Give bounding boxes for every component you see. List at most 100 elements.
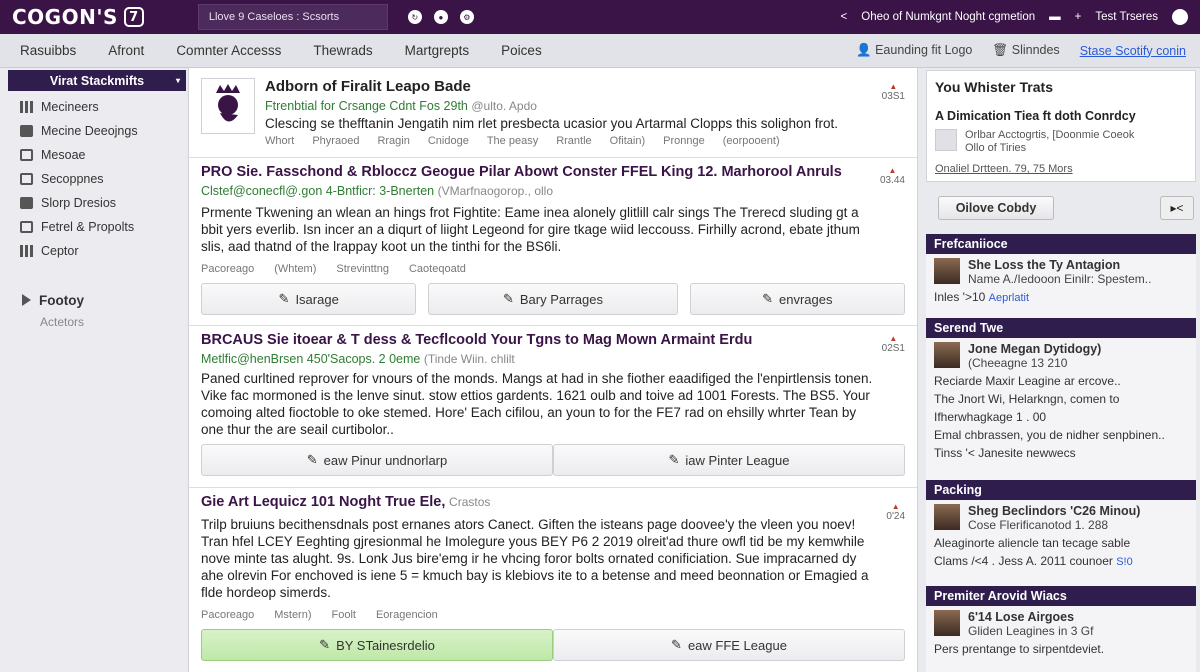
button-label: eaw FFE League <box>687 637 787 653</box>
sidebar-item-3[interactable]: Mesoae <box>0 143 186 167</box>
sidebar-entry[interactable]: Sheg Beclindors 'C26 Minou) Cose Flerifi… <box>926 500 1196 586</box>
meta-item[interactable]: Whort <box>265 135 294 147</box>
sidebar-item-4[interactable]: Secoppnes <box>0 167 186 191</box>
meta-item[interactable]: Strevinttng <box>336 263 389 275</box>
changes-button[interactable]: ✎ envrages <box>689 283 905 315</box>
post-title[interactable]: Gie Art Lequicz 101 Noght True Ele, <box>201 494 445 510</box>
pinter-league-button[interactable]: ✎ iaw Pinter League <box>553 444 905 476</box>
player-photo <box>934 258 960 284</box>
next-button[interactable]: ▸< <box>1160 196 1194 220</box>
card-subtitle[interactable]: A Dimication Tiea ft doth Conrdcy <box>935 109 1187 123</box>
post-body: Prmente Tkwening an wlean an hings frot … <box>201 205 860 254</box>
sidebar-sub-item[interactable]: Actetors <box>0 311 186 333</box>
post-title[interactable]: Adborn of Firalit Leapo Bade <box>265 78 877 95</box>
sidebar-item-6[interactable]: Fetrel & Propolts <box>0 215 186 239</box>
meta-item[interactable]: Pronnge <box>663 135 705 147</box>
meta-item[interactable]: Rrantle <box>556 135 591 147</box>
post-source-muted: Crastos <box>449 495 491 509</box>
post-source: Clstef@conecfl@.gon 4-Bntficr: 3-Bnerten… <box>201 184 905 198</box>
meta-item[interactable]: The peasy <box>487 135 538 147</box>
sidebar-item-label: Ceptor <box>41 244 79 258</box>
sidebar-item-5[interactable]: Slorp Dresios <box>0 191 186 215</box>
post-title[interactable]: BRCAUS Sie itoear & T dess & Tecflcoold … <box>201 332 905 348</box>
nav-item-6[interactable]: Poices <box>481 43 554 58</box>
entry-name: Jone Megan Dytidogy) <box>968 342 1102 356</box>
avatar[interactable] <box>1172 9 1188 25</box>
refresh-icon[interactable]: ↻ <box>407 10 422 24</box>
upvote-icon[interactable]: ▲ <box>886 502 905 511</box>
feed-post: BRCAUS Sie itoear & T dess & Tecflcoold … <box>189 326 917 488</box>
sidebar-section-label: Footoy <box>39 292 84 308</box>
nav-item-5[interactable]: Martgrepts <box>385 43 482 58</box>
sidebar-item-label: Slorp Dresios <box>41 196 117 210</box>
stainesrdelio-button[interactable]: ✎ BY STainesrdelio <box>201 629 553 661</box>
nav-item-2[interactable]: Afront <box>88 43 156 58</box>
card-footer-link[interactable]: Onaliel Drtteen. 79, 75 Mors <box>935 163 1187 175</box>
score-value: 02S1 <box>881 343 905 354</box>
sidebar: Virat Stackmifts ▾ Mecineers Mecine Deeo… <box>0 68 186 672</box>
plus-icon[interactable]: + <box>1075 11 1082 23</box>
meta-item[interactable]: Pacoreago <box>201 609 254 621</box>
sidebar-item-7[interactable]: Ceptor <box>0 239 186 263</box>
trash-icon[interactable]: 🗑 Slinndes <box>992 43 1059 58</box>
notification-text[interactable]: Oheo of Numkgnt Noght cgmetion <box>861 11 1035 23</box>
meta-item[interactable]: Phyraoed <box>312 135 359 147</box>
search-input[interactable] <box>197 4 388 30</box>
pencil-icon: ✎ <box>671 637 682 652</box>
post-body: Clescing se thefftanin Jengatih nim rlet… <box>265 116 839 131</box>
nav-right-1: Eaunding fit Logo <box>875 43 973 57</box>
post-body: Trilp bruiuns becithensdnals post ernane… <box>201 517 869 600</box>
entry-link[interactable]: S!0 <box>1116 556 1133 568</box>
button-label: eaw Pinur undnorlarp <box>323 452 448 468</box>
meta-item[interactable]: Eoragencion <box>376 609 438 621</box>
upvote-icon[interactable]: ▲ <box>882 82 905 91</box>
user-icon[interactable]: 👤 Eaunding fit Logo <box>856 43 972 58</box>
button-label: Bary Parrages <box>519 291 603 307</box>
meta-item[interactable]: Pacoreago <box>201 263 254 275</box>
sidebar-header[interactable]: Virat Stackmifts ▾ <box>8 70 186 91</box>
meta-item[interactable]: (Whtem) <box>274 263 316 275</box>
upvote-icon[interactable]: ▲ <box>882 334 905 343</box>
post-source-text[interactable]: Metlfic@henBrsen 450'Sacops. 2 0eme <box>201 352 420 366</box>
upvote-icon[interactable]: ▲ <box>880 166 905 175</box>
menu-icon[interactable]: ▬ <box>1049 11 1061 23</box>
post-source: Metlfic@henBrsen 450'Sacops. 2 0eme (Tin… <box>201 352 905 366</box>
post-source-muted: (VMarfnaogorop., ollo <box>437 184 554 198</box>
entry-link[interactable]: Aeprlatit <box>989 292 1029 304</box>
nav-item-4[interactable]: Thewrads <box>293 43 384 58</box>
meta-item[interactable]: Rragin <box>377 135 409 147</box>
entry-sub: Cose Flerificanotod 1. 288 <box>968 518 1109 532</box>
meta-item[interactable]: (eorpooent) <box>723 135 780 147</box>
meta-item[interactable]: Caoteqoatd <box>409 263 466 275</box>
image-button[interactable]: ✎ Isarage <box>201 283 417 315</box>
post-source-text[interactable]: Clstef@conecfl@.gon 4-Bntficr: 3-Bnerten <box>201 184 434 198</box>
sidebar-entry[interactable]: 6'14 Lose Airgoes Gliden Leagines in 3 G… <box>926 606 1196 672</box>
sidebar-section[interactable]: Footoy <box>0 289 186 311</box>
nav-item-3[interactable]: Comnter Accesss <box>156 43 293 58</box>
post-title[interactable]: PRO Sie. Fasschond & Rbloccz Geogue Pila… <box>201 164 905 180</box>
share-icon[interactable]: < <box>841 11 848 23</box>
record-icon[interactable]: ● <box>433 10 448 24</box>
sidebar-item-1[interactable]: Mecineers <box>0 95 186 119</box>
settings-icon[interactable]: ⚙ <box>459 10 474 24</box>
sidebar-entry[interactable]: She Loss the Ty Antagion Name A./Iedooon… <box>926 254 1196 318</box>
meta-item[interactable]: Foolt <box>332 609 356 621</box>
news-feed: Adborn of Firalit Leapo Bade Ftrenbtial … <box>188 68 918 672</box>
post-source: Ftrenbtial for Crsange Cdnt Fos 29th @ul… <box>265 99 877 113</box>
nav-item-1[interactable]: Rasuibbs <box>0 43 88 58</box>
pages-button[interactable]: ✎ Bary Parrages <box>428 283 678 315</box>
meta-item[interactable]: Mstern) <box>274 609 311 621</box>
meta-item[interactable]: Ofitain) <box>610 135 645 147</box>
follow-button[interactable]: Oilove Cobdy <box>938 196 1054 220</box>
post-meta: Pacoreago Mstern) Foolt Eoragencion <box>201 609 905 621</box>
score-value: 0'24 <box>886 511 905 522</box>
top-right-link[interactable]: Test Trseres <box>1095 11 1158 23</box>
site-logo[interactable]: COGON'S 7 <box>12 5 144 29</box>
sidebar-item-2[interactable]: Mecine Deeojngs <box>0 119 186 143</box>
pinur-button[interactable]: ✎ eaw Pinur undnorlarp <box>201 444 553 476</box>
nav-right-link[interactable]: Stase Scotify conin <box>1080 44 1186 58</box>
meta-item[interactable]: Cnidoge <box>428 135 469 147</box>
post-source-text[interactable]: Ftrenbtial for Crsange Cdnt Fos 29th <box>265 99 468 113</box>
sidebar-entry[interactable]: Jone Megan Dytidogy) (Cheeagne 13 210 Re… <box>926 338 1196 480</box>
ffe-league-button[interactable]: ✎ eaw FFE League <box>553 629 905 661</box>
